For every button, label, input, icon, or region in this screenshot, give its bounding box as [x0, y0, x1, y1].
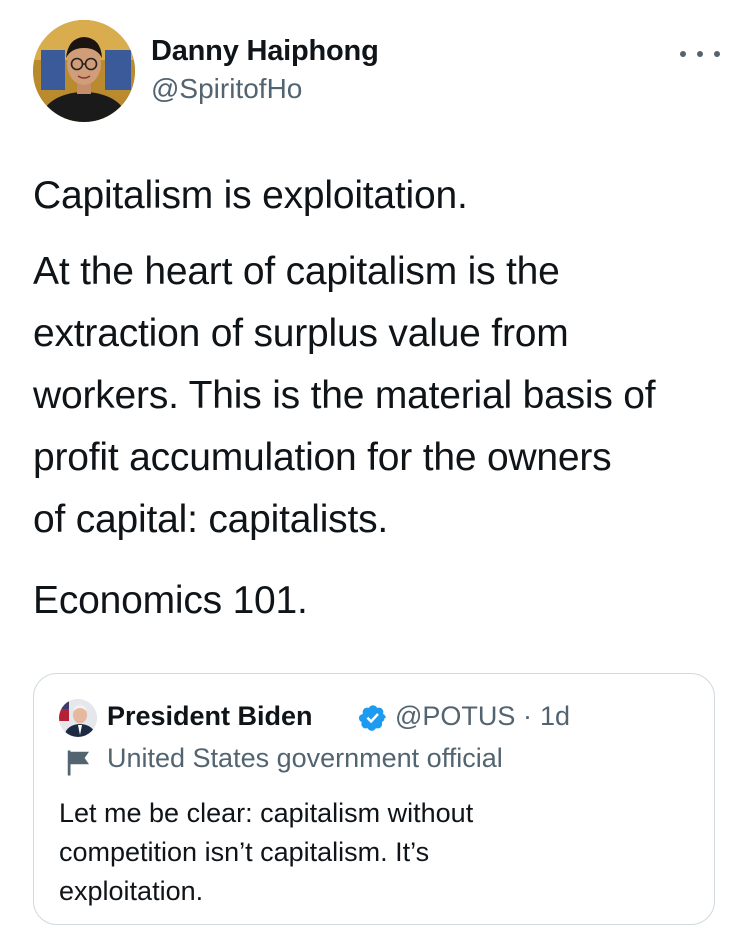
separator-dot: · [523, 701, 532, 731]
quoted-author-avatar[interactable] [59, 699, 97, 737]
flag-icon [67, 750, 89, 776]
more-horizontal-icon[interactable] [680, 42, 720, 66]
quoted-author-name[interactable]: President Biden [107, 701, 313, 732]
quoted-tweet-text: Let me be clear: capitalism without comp… [59, 798, 474, 906]
author-avatar[interactable] [33, 20, 135, 122]
quoted-author-handle[interactable]: @POTUS [395, 701, 515, 732]
quoted-timestamp[interactable]: 1d [540, 701, 570, 732]
quoted-tweet-card[interactable]: President Biden @POTUS · 1d United State… [33, 673, 715, 925]
avatar-photo [59, 699, 97, 737]
tweet-paragraph: Economics 101. [33, 579, 308, 622]
tweet-paragraph: Capitalism is exploitation. [33, 174, 468, 217]
author-name[interactable]: Danny Haiphong [151, 35, 379, 68]
tweet-paragraph: At the heart of capitalism is the extrac… [33, 250, 656, 541]
author-handle[interactable]: @SpiritofHo [151, 73, 302, 105]
verified-badge-icon [358, 705, 386, 731]
government-label[interactable]: United States government official [107, 743, 503, 774]
avatar-photo [33, 20, 135, 122]
